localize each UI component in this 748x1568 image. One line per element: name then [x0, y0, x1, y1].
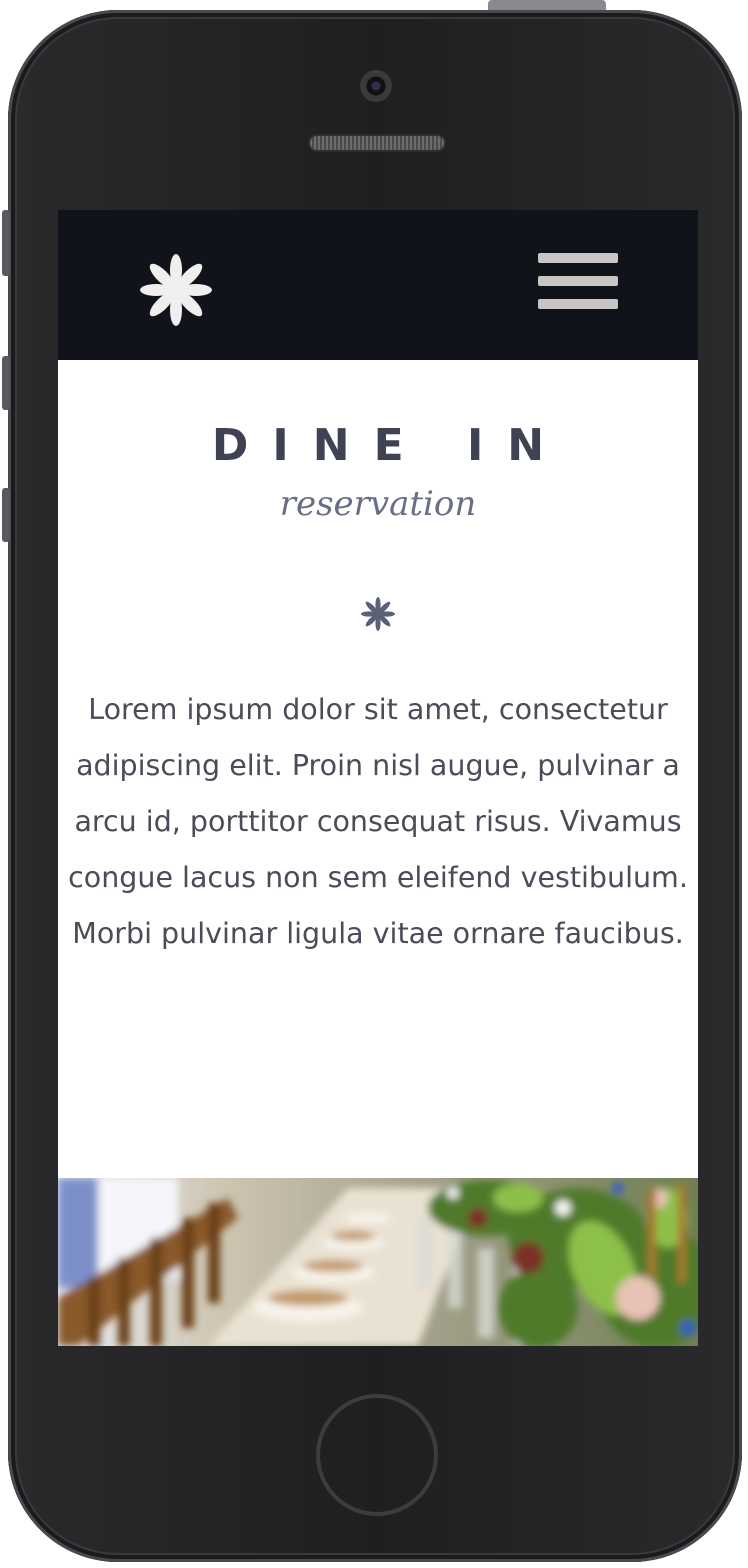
- volume-up-button: [2, 356, 10, 410]
- intro-paragraph: Lorem ipsum dolor sit amet, consectetur …: [68, 693, 688, 950]
- mute-switch: [2, 210, 10, 276]
- top-navbar: [58, 210, 698, 360]
- app-screen: DINE IN reservation Lorem ipsum dolor si…: [58, 210, 698, 1346]
- page-title: DINE IN: [211, 420, 569, 471]
- device-mockup: DINE IN reservation Lorem ipsum dolor si…: [0, 0, 748, 1568]
- long-banquet-table-photo: [58, 1178, 698, 1346]
- home-button: [316, 1394, 438, 1516]
- earpiece-speaker: [310, 136, 444, 150]
- asterisk-flower-icon[interactable]: [138, 252, 214, 328]
- front-camera: [360, 70, 392, 102]
- hamburger-menu-icon[interactable]: [538, 253, 618, 311]
- asterisk-icon: [360, 596, 396, 632]
- volume-down-button: [2, 488, 10, 542]
- page-subtitle: reservation: [279, 484, 477, 524]
